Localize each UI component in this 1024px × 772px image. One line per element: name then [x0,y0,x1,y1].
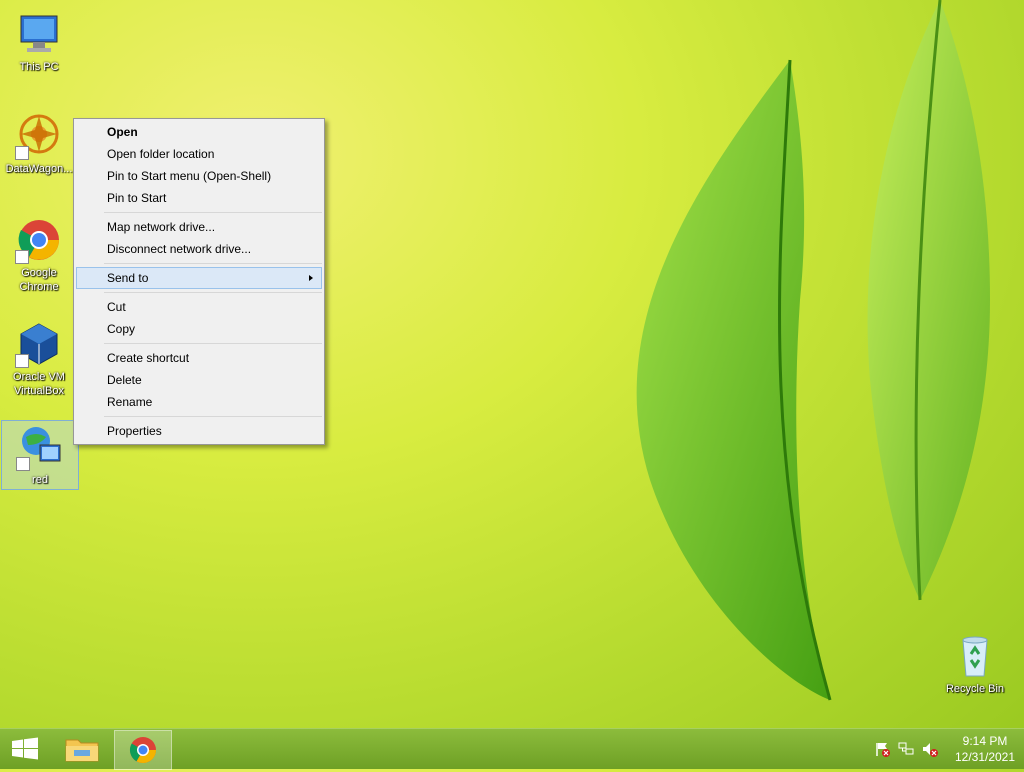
menu-item-cut[interactable]: Cut [74,296,324,318]
desktop-icon-google-chrome[interactable]: Google Chrome [1,214,77,294]
recycle-bin-icon [951,632,999,680]
menu-item-open-folder-location[interactable]: Open folder location [74,143,324,165]
desktop-icon-label: red [32,474,48,486]
taskbar-clock[interactable]: 9:14 PM 12/31/2021 [954,733,1016,765]
menu-separator [104,343,322,344]
menu-separator [104,416,322,417]
menu-item-rename[interactable]: Rename [74,391,324,413]
windows-logo-icon [12,737,38,760]
context-menu: Open Open folder location Pin to Start m… [73,118,325,445]
menu-item-create-shortcut[interactable]: Create shortcut [74,347,324,369]
volume-muted-icon[interactable] [922,741,938,757]
shortcut-arrow-icon [15,354,29,368]
chrome-icon [129,737,157,764]
shortcut-arrow-icon [15,250,29,264]
desktop-icon-label: Recycle Bin [945,683,1005,695]
clock-date: 12/31/2021 [954,750,1016,764]
shortcut-arrow-icon [15,146,29,160]
menu-item-copy[interactable]: Copy [74,318,324,340]
network-icon[interactable] [898,741,914,757]
menu-item-open[interactable]: Open [74,121,324,143]
taskbar-file-explorer-button[interactable] [54,730,110,768]
desktop-icon-label: Oracle VM VirtualBox [13,371,65,397]
menu-item-delete[interactable]: Delete [74,369,324,391]
menu-item-label: Send to [107,271,149,285]
menu-separator [104,263,322,264]
taskbar: 9:14 PM 12/31/2021 [0,728,1024,770]
desktop-icon-oracle-vm-virtualbox[interactable]: Oracle VM VirtualBox [1,318,77,398]
desktop-icon-label: Google Chrome [19,267,59,293]
menu-separator [104,292,322,293]
monitor-icon [15,10,63,58]
desktop-icon-recycle-bin[interactable]: Recycle Bin [937,630,1013,696]
menu-separator [104,212,322,213]
taskbar-chrome-button[interactable] [114,730,172,770]
action-center-flag-icon[interactable] [874,741,890,757]
menu-item-pin-to-start-menu-open-shell[interactable]: Pin to Start menu (Open-Shell) [74,165,324,187]
menu-item-pin-to-start[interactable]: Pin to Start [74,187,324,209]
desktop-icon-red[interactable]: red [1,420,79,490]
menu-item-send-to[interactable]: Send to [76,267,322,289]
submenu-arrow-icon [309,275,313,281]
start-button[interactable] [0,730,50,768]
shortcut-arrow-icon [16,457,30,471]
menu-item-map-network-drive[interactable]: Map network drive... [74,216,324,238]
menu-item-properties[interactable]: Properties [74,420,324,442]
network-computer-icon [16,423,64,471]
desktop-icon-label: DataWagon... [5,163,73,175]
desktop-icon-datawagon[interactable]: DataWagon... [1,110,77,176]
datawagon-logo-icon [15,112,63,160]
folder-icon [65,739,99,762]
menu-item-disconnect-network-drive[interactable]: Disconnect network drive... [74,238,324,260]
virtualbox-icon [15,320,63,368]
clock-time: 9:14 PM [962,734,1008,748]
desktop-icon-this-pc[interactable]: This PC [1,8,77,74]
chrome-icon [15,216,63,264]
desktop-icon-label: This PC [19,61,59,73]
